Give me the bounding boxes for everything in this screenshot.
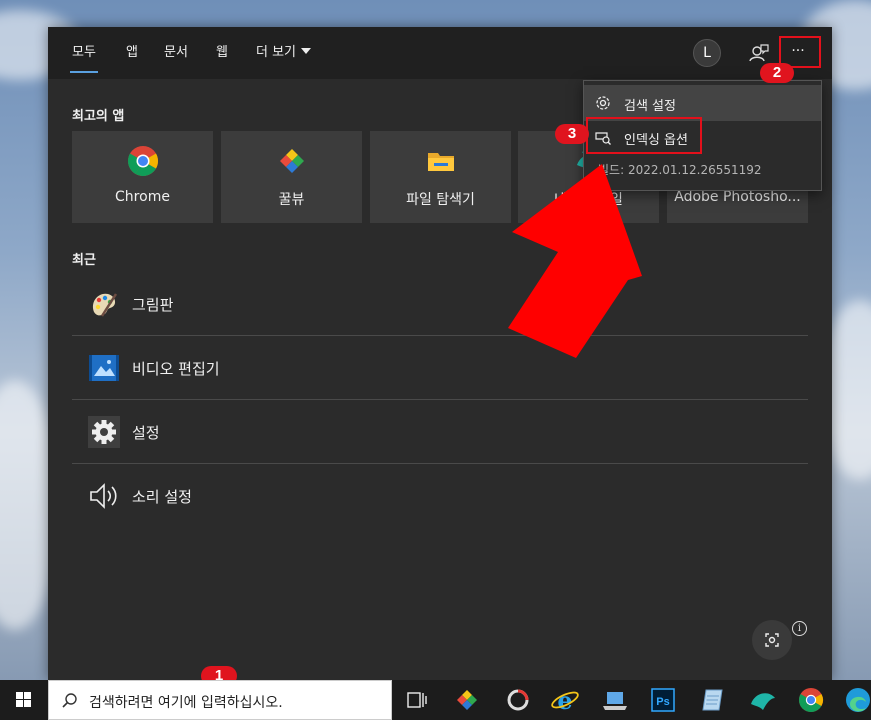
start-button[interactable] (0, 680, 48, 720)
app-tile-honeyview[interactable]: 꿀뷰 (221, 131, 362, 223)
recent-item-video-editor[interactable]: 비디오 편집기 (72, 336, 808, 400)
recent-item-label: 설정 (132, 424, 160, 442)
tab-documents[interactable]: 문서 (164, 43, 188, 63)
recent-item-label: 비디오 편집기 (132, 360, 220, 378)
task-view-icon[interactable] (401, 684, 433, 716)
honeyview-icon[interactable] (451, 684, 483, 716)
tab-more-label: 더 보기 (256, 45, 297, 60)
svg-text:e: e (557, 686, 572, 715)
tab-more[interactable]: 더 보기 (256, 43, 312, 63)
annotation-badge-3: 3 (555, 124, 589, 144)
recent-item-sound-settings[interactable]: 소리 설정 (72, 464, 808, 528)
app-tile-label: Chrome (115, 189, 170, 205)
search-icon (62, 693, 77, 708)
chrome-icon (127, 146, 159, 177)
gear-icon (88, 416, 120, 448)
tab-all[interactable]: 모두 (70, 43, 98, 73)
menu-item-search-settings[interactable]: 검색 설정 (584, 85, 821, 121)
video-editor-icon (89, 355, 119, 381)
annotation-badge-2: 2 (760, 63, 794, 83)
speaker-icon (90, 483, 117, 509)
tab-apps[interactable]: 앱 (126, 43, 138, 63)
chrome-icon[interactable] (795, 684, 827, 716)
recent-item-label: 소리 설정 (132, 488, 192, 506)
recent-item-paint[interactable]: 그림판 (72, 272, 808, 336)
gear-icon (596, 96, 610, 110)
laptop-icon[interactable] (599, 684, 631, 716)
app-tile-label: 파일 탐색기 (406, 192, 475, 208)
menu-item-label: 검색 설정 (624, 99, 676, 114)
paint-icon (92, 293, 118, 317)
info-icon[interactable]: i (792, 621, 807, 636)
scan-icon (765, 633, 779, 647)
folder-icon (428, 153, 454, 171)
annotation-box-indexing (586, 117, 702, 154)
windows-icon (16, 692, 31, 707)
app-tile-label: 꿀뷰 (278, 192, 305, 208)
app-tile-file-explorer[interactable]: 파일 탐색기 (370, 131, 511, 223)
search-tab-bar: 모두 앱 문서 웹 더 보기 L ··· (48, 27, 832, 79)
chevron-down-icon (301, 48, 312, 54)
search-placeholder: 검색하려면 여기에 입력하십시오. (89, 695, 283, 711)
top-apps-heading: 최고의 앱 (72, 109, 125, 124)
screenshot-search-button[interactable] (752, 620, 792, 660)
internet-explorer-icon[interactable]: e (549, 684, 581, 716)
taskbar: 검색하려면 여기에 입력하십시오. e Ps (0, 680, 871, 720)
red-arrow-annotation (508, 164, 642, 358)
recent-item-label: 그림판 (132, 296, 174, 314)
whale-icon[interactable] (747, 684, 779, 716)
avatar[interactable]: L (693, 39, 721, 67)
recent-heading: 최근 (72, 253, 96, 268)
taskbar-search-box[interactable]: 검색하려면 여기에 입력하십시오. (48, 680, 392, 720)
honeyview-icon (280, 149, 304, 173)
notepad-icon[interactable] (697, 684, 729, 716)
tab-web[interactable]: 웹 (216, 43, 228, 63)
recorder-icon[interactable] (502, 684, 534, 716)
app-tile-label: Adobe Photosho... (674, 189, 801, 205)
app-tile-chrome[interactable]: Chrome (72, 131, 213, 223)
edge-icon[interactable] (842, 684, 871, 716)
svg-text:Ps: Ps (656, 696, 669, 708)
photoshop-icon[interactable]: Ps (647, 684, 679, 716)
recent-item-settings[interactable]: 설정 (72, 400, 808, 464)
